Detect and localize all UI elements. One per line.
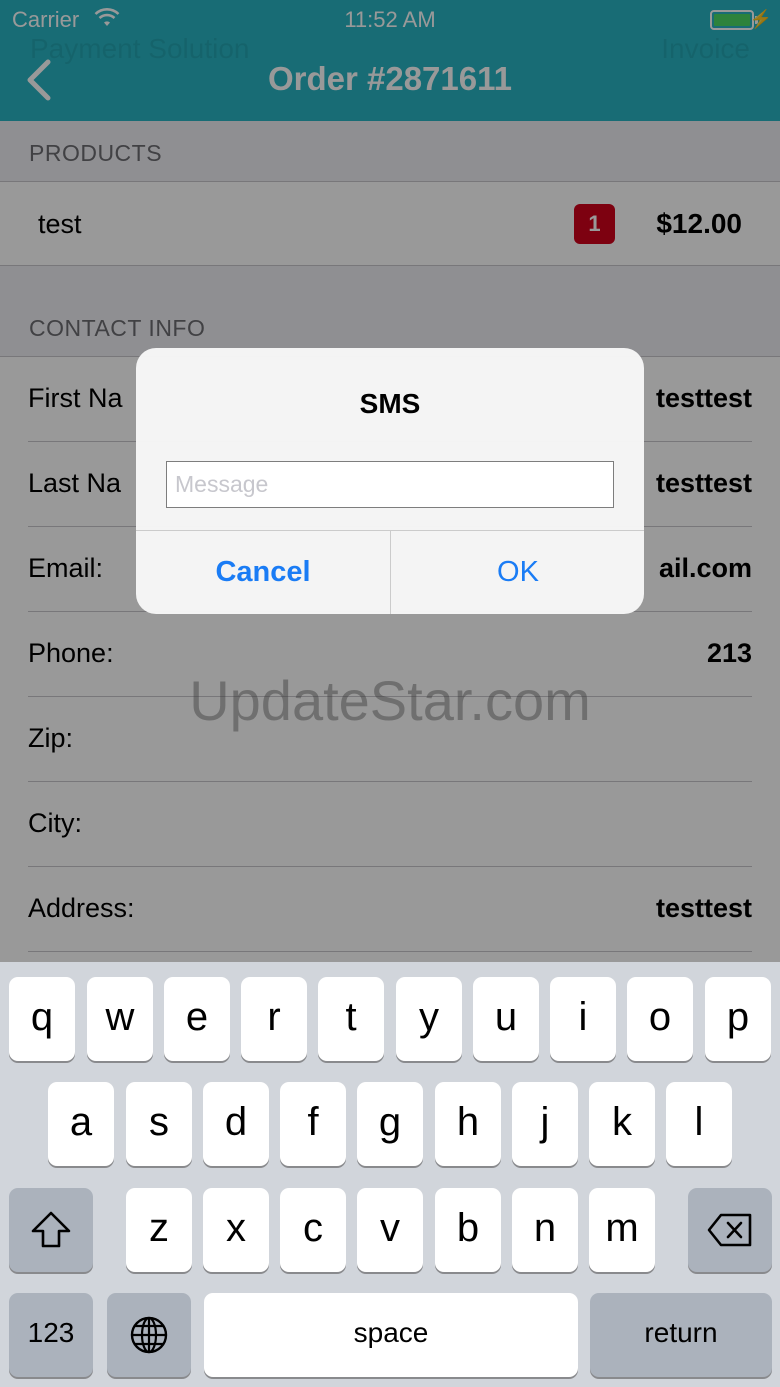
key-z[interactable]: z	[126, 1188, 192, 1272]
key-s[interactable]: s	[126, 1082, 192, 1166]
key-o[interactable]: o	[627, 977, 693, 1061]
key-b[interactable]: b	[435, 1188, 501, 1272]
key-k[interactable]: k	[589, 1082, 655, 1166]
delete-icon	[707, 1213, 752, 1247]
key-x[interactable]: x	[203, 1188, 269, 1272]
key-j[interactable]: j	[512, 1082, 578, 1166]
key-q[interactable]: q	[9, 977, 75, 1061]
key-g[interactable]: g	[357, 1082, 423, 1166]
space-key[interactable]: space	[204, 1293, 578, 1377]
delete-key[interactable]	[688, 1188, 772, 1272]
key-d[interactable]: d	[203, 1082, 269, 1166]
keyboard: q w e r t y u i o p a s d f g h j k l z …	[0, 962, 780, 1387]
key-n[interactable]: n	[512, 1188, 578, 1272]
key-u[interactable]: u	[473, 977, 539, 1061]
key-f[interactable]: f	[280, 1082, 346, 1166]
key-i[interactable]: i	[550, 977, 616, 1061]
key-t[interactable]: t	[318, 977, 384, 1061]
globe-key[interactable]	[107, 1293, 191, 1377]
ok-button[interactable]: OK	[391, 531, 644, 614]
key-y[interactable]: y	[396, 977, 462, 1061]
sms-alert-dialog: SMS Cancel OK	[136, 348, 644, 614]
numbers-key[interactable]: 123	[9, 1293, 93, 1377]
key-h[interactable]: h	[435, 1082, 501, 1166]
key-p[interactable]: p	[705, 977, 771, 1061]
key-c[interactable]: c	[280, 1188, 346, 1272]
cancel-button[interactable]: Cancel	[136, 531, 390, 614]
return-key[interactable]: return	[590, 1293, 772, 1377]
key-e[interactable]: e	[164, 977, 230, 1061]
alert-title: SMS	[359, 388, 421, 419]
shift-key[interactable]	[9, 1188, 93, 1272]
message-input[interactable]	[166, 461, 614, 508]
key-l[interactable]: l	[666, 1082, 732, 1166]
key-m[interactable]: m	[589, 1188, 655, 1272]
watermark: UpdateStar.com	[189, 669, 591, 732]
key-w[interactable]: w	[87, 977, 153, 1061]
key-v[interactable]: v	[357, 1188, 423, 1272]
shift-icon	[31, 1211, 71, 1248]
globe-icon	[130, 1316, 168, 1354]
key-a[interactable]: a	[48, 1082, 114, 1166]
key-r[interactable]: r	[241, 977, 307, 1061]
